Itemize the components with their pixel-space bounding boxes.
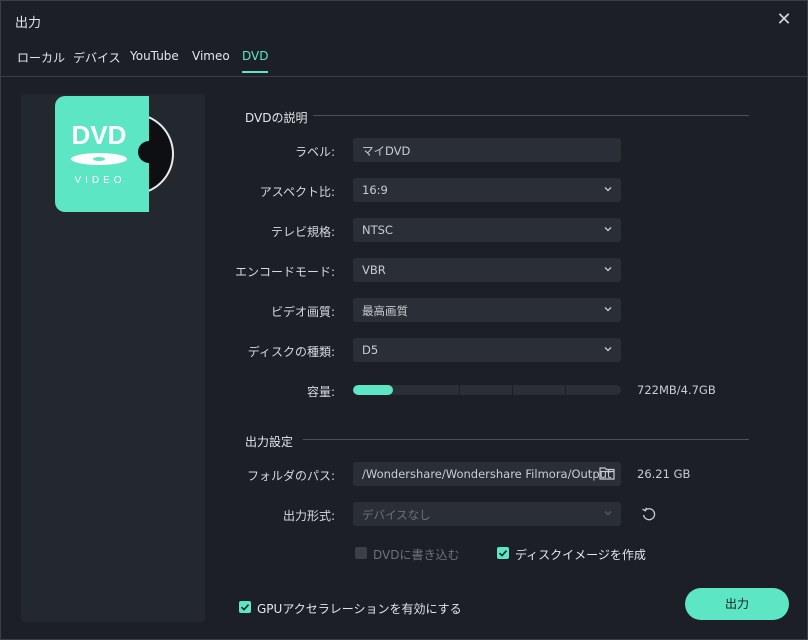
capacity-fill bbox=[353, 385, 394, 395]
disc-type-label: ディスクの種類: bbox=[247, 345, 335, 359]
chevron-down-icon bbox=[604, 511, 612, 516]
tab-youtube[interactable]: YouTube bbox=[130, 49, 179, 73]
check-icon bbox=[240, 604, 250, 611]
dialog-title: 出力 bbox=[15, 16, 42, 31]
close-icon[interactable]: ✕ bbox=[773, 9, 795, 31]
label-label: ラベル: bbox=[294, 145, 335, 159]
folder-path-label: フォルダのパス: bbox=[246, 469, 335, 483]
capacity-text: 722MB/4.7GB bbox=[637, 383, 716, 397]
burn-dvd-label: DVDに書き込む bbox=[373, 548, 460, 562]
folder-path-field[interactable]: /Wondershare/Wondershare Filmora/Output bbox=[353, 462, 621, 486]
tab-local[interactable]: ローカル bbox=[17, 49, 65, 73]
burn-dvd-checkbox[interactable] bbox=[355, 547, 367, 559]
chevron-down-icon bbox=[604, 187, 612, 192]
gpu-label: GPUアクセラレーションを有効にする bbox=[257, 602, 462, 616]
tab-device[interactable]: デバイス bbox=[73, 49, 121, 73]
dvd-video-text: VIDEO bbox=[74, 175, 125, 186]
gpu-checkbox[interactable] bbox=[239, 601, 251, 613]
output-format-value: デバイスなし bbox=[362, 508, 431, 522]
tv-standard-value: NTSC bbox=[362, 223, 393, 237]
export-dialog: 出力 ✕ ローカル デバイス YouTube Vimeo DVD DVD VID… bbox=[0, 0, 808, 640]
video-quality-value: 最高画質 bbox=[362, 304, 408, 318]
section-divider bbox=[303, 439, 749, 440]
capacity-segment bbox=[565, 385, 566, 395]
dvd-disc-icon: DVD VIDEO bbox=[55, 96, 174, 212]
capacity-label: 容量: bbox=[306, 385, 335, 399]
video-quality-label: ビデオ画質: bbox=[270, 305, 335, 319]
chevron-down-icon bbox=[604, 347, 612, 352]
capacity-segment bbox=[512, 385, 513, 395]
aspect-select[interactable]: 16:9 bbox=[353, 178, 621, 202]
capacity-bar bbox=[353, 385, 621, 395]
encode-mode-value: VBR bbox=[362, 263, 386, 277]
aspect-value: 16:9 bbox=[362, 183, 388, 197]
encode-mode-select[interactable]: VBR bbox=[353, 258, 621, 282]
output-format-label: 出力形式: bbox=[282, 509, 335, 523]
export-button[interactable]: 出力 bbox=[685, 588, 789, 620]
tv-standard-select[interactable]: NTSC bbox=[353, 218, 621, 242]
chevron-down-icon bbox=[604, 307, 612, 312]
folder-path-value: /Wondershare/Wondershare Filmora/Output bbox=[362, 467, 612, 481]
free-space-text: 26.21 GB bbox=[637, 467, 691, 481]
tab-bar: ローカル デバイス YouTube Vimeo DVD bbox=[1, 45, 807, 77]
reset-icon[interactable] bbox=[641, 506, 657, 522]
create-iso-label: ディスクイメージを作成 bbox=[515, 548, 646, 562]
disc-type-select[interactable]: D5 bbox=[353, 338, 621, 362]
create-iso-checkbox[interactable] bbox=[497, 547, 509, 559]
output-format-select[interactable]: デバイスなし bbox=[353, 502, 621, 526]
tab-vimeo[interactable]: Vimeo bbox=[192, 49, 230, 73]
dvd-logo-text: DVD bbox=[72, 120, 127, 150]
tv-standard-label: テレビ規格: bbox=[270, 225, 335, 239]
encode-mode-label: エンコードモード: bbox=[234, 265, 335, 279]
tab-dvd[interactable]: DVD bbox=[242, 49, 269, 73]
title-bar: 出力 ✕ bbox=[1, 1, 807, 39]
check-icon bbox=[498, 550, 508, 557]
capacity-segment bbox=[459, 385, 460, 395]
video-quality-select[interactable]: 最高画質 bbox=[353, 298, 621, 322]
disc-type-value: D5 bbox=[362, 343, 379, 357]
section-divider bbox=[313, 115, 749, 116]
dvd-section-title: DVDの説明 bbox=[245, 111, 308, 125]
aspect-label: アスペクト比: bbox=[259, 185, 335, 199]
label-input[interactable]: マイDVD bbox=[353, 138, 621, 162]
chevron-down-icon bbox=[604, 267, 612, 272]
folder-icon[interactable] bbox=[599, 466, 615, 480]
chevron-down-icon bbox=[604, 227, 612, 232]
output-section-title: 出力設定 bbox=[245, 435, 294, 449]
